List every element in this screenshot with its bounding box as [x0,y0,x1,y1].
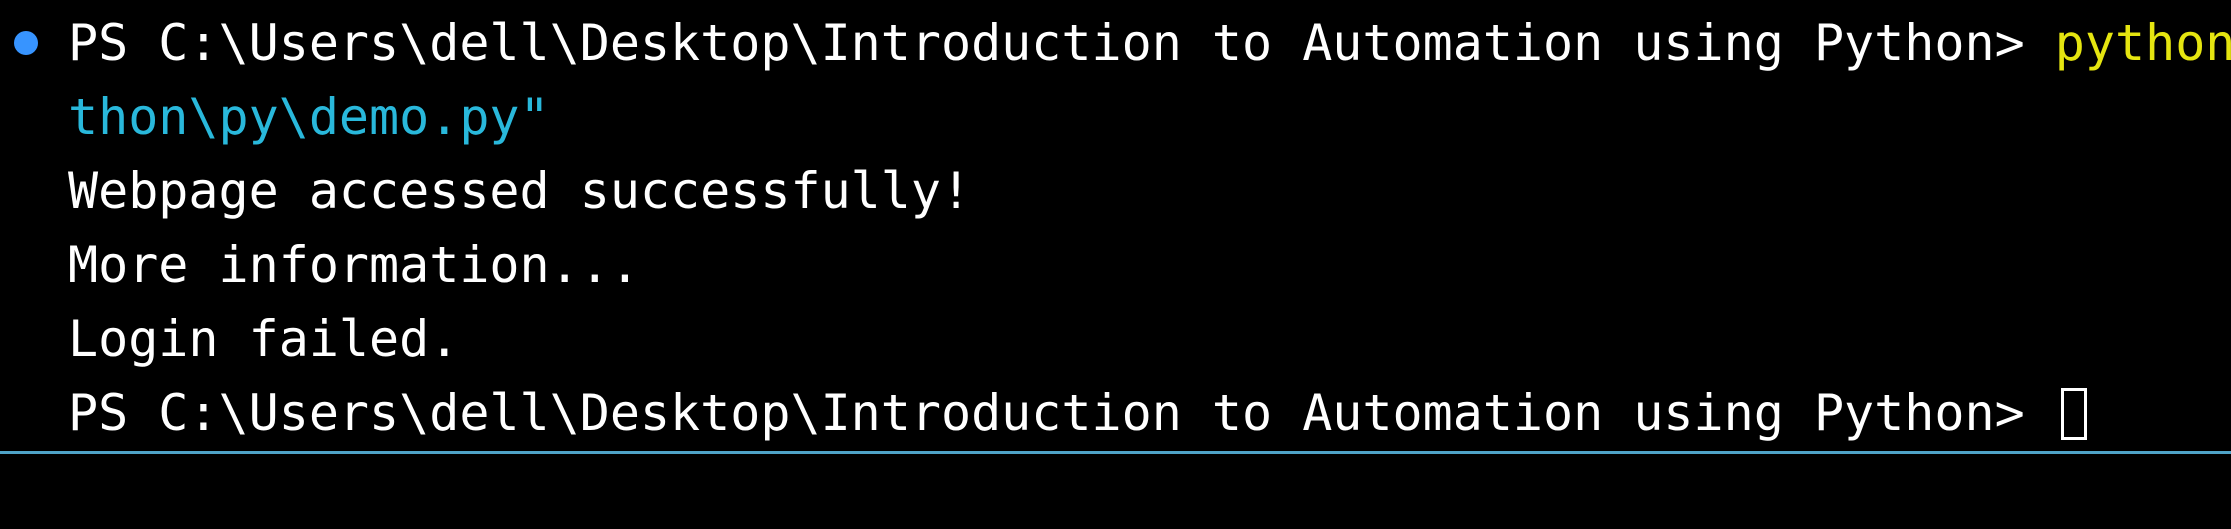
terminal-output-line: Webpage accessed successfully! [68,154,971,228]
terminal-output-line: Login failed. [68,302,459,376]
terminal-line-current-prompt[interactable]: PS C:\Users\dell\Desktop\Introduction to… [68,376,2087,450]
powershell-prompt: PS C:\Users\dell\Desktop\Introduction to… [68,14,2055,72]
text-cursor-icon[interactable] [2060,387,2087,440]
terminal-lower-area[interactable] [0,454,2231,529]
output-more-information: More information... [68,236,640,294]
terminal-panel[interactable]: PS C:\Users\dell\Desktop\Introduction to… [0,0,2231,529]
output-login-failed: Login failed. [68,310,460,368]
terminal-line-wrapped-command: thon\py\demo.py" [68,80,550,154]
terminal-line-command: PS C:\Users\dell\Desktop\Introduction to… [68,6,2231,80]
command-status-dot-icon[interactable] [14,31,38,55]
terminal-output-line: More information... [68,228,640,302]
python-command: python [2054,14,2231,72]
powershell-prompt: PS C:\Users\dell\Desktop\Introduction to… [68,384,2055,442]
script-path-continuation: thon\py\demo.py" [68,88,550,146]
output-success-message: Webpage accessed successfully! [68,162,972,220]
